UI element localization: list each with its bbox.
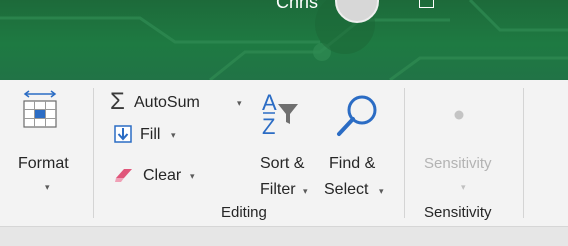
- sigma-icon: Σ: [110, 88, 125, 115]
- chevron-down-icon: ▾: [379, 186, 384, 196]
- fill-button[interactable]: Fill ▾: [110, 122, 190, 148]
- sensitivity-icon: [454, 110, 464, 120]
- chevron-down-icon: ▾: [303, 186, 308, 196]
- eraser-icon: [115, 169, 132, 182]
- ribbon-home-tab: Format ▾ Σ AutoSum ▾ Fill ▾ Clear ▾ A Z: [0, 80, 568, 227]
- sensitivity-group-label: Sensitivity: [424, 204, 492, 221]
- find-select-label-line1: Find &: [329, 155, 376, 172]
- magnifier-icon: [337, 95, 377, 136]
- group-divider: [93, 88, 94, 218]
- chevron-down-icon: ▾: [190, 171, 195, 181]
- restore-window-icon[interactable]: [419, 0, 434, 8]
- format-cells-icon: [23, 90, 57, 128]
- sort-filter-label-line2: Filter: [260, 181, 296, 198]
- chevron-down-icon: ▾: [45, 182, 50, 192]
- fill-down-icon: [114, 125, 132, 143]
- sort-filter-button[interactable]: A Z Sort & Filter ▾: [256, 86, 324, 198]
- sensitivity-button[interactable]: Sensitivity ▾: [417, 86, 517, 198]
- find-select-button[interactable]: Find & Select ▾: [324, 86, 396, 198]
- find-select-label-line2: Select: [324, 181, 369, 198]
- svg-text:A: A: [262, 90, 277, 115]
- group-divider: [404, 88, 405, 218]
- chevron-down-icon: ▾: [461, 182, 466, 192]
- clear-button[interactable]: Clear ▾: [110, 163, 210, 189]
- autosum-button[interactable]: Σ AutoSum ▾: [110, 90, 255, 116]
- clear-label: Clear: [143, 167, 182, 184]
- title-bar: Chris: [0, 0, 568, 80]
- user-name[interactable]: Chris: [276, 0, 318, 13]
- sort-filter-label-line1: Sort &: [260, 155, 305, 172]
- sort-filter-icon: A Z: [262, 90, 298, 139]
- editing-group-label: Editing: [221, 204, 267, 221]
- formula-bar-area: [0, 227, 568, 246]
- format-button[interactable]: Format ▾: [10, 86, 84, 196]
- autosum-label: AutoSum: [134, 94, 200, 111]
- format-label: Format: [18, 155, 69, 172]
- fill-label: Fill: [140, 126, 161, 143]
- group-divider: [523, 88, 524, 218]
- chevron-down-icon: ▾: [171, 130, 176, 140]
- chevron-down-icon: ▾: [237, 98, 242, 108]
- sensitivity-label: Sensitivity: [424, 155, 492, 172]
- svg-text:Z: Z: [262, 114, 275, 139]
